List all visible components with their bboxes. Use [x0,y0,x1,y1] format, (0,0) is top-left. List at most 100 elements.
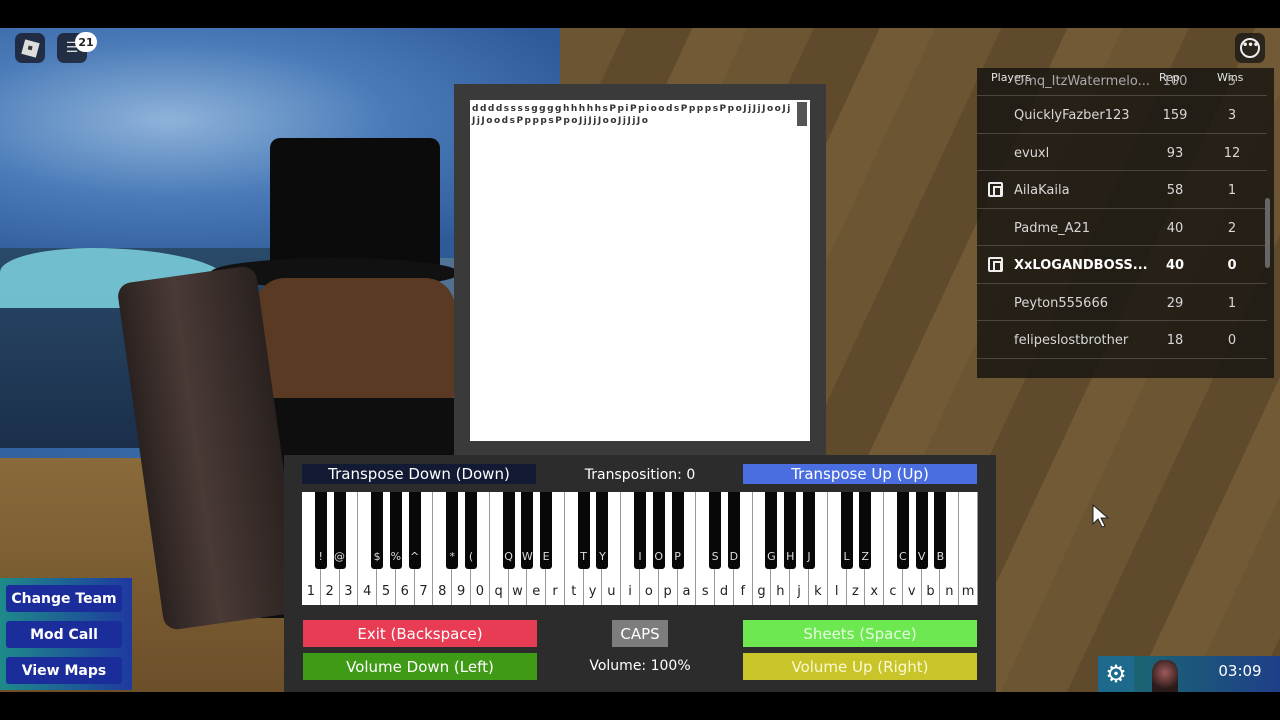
player-list: Players Rep Wins Omq_ItzWatermelo... 100 5… [977,68,1274,378]
white-key-label: x [870,584,879,599]
black-key[interactable]: C [896,492,909,569]
black-key[interactable]: ! [314,492,327,569]
black-key[interactable]: Q [502,492,515,569]
player-list-scrollbar[interactable] [1265,198,1270,268]
transpose-up-button[interactable]: Transpose Up (Up) [743,464,977,484]
roblox-menu-button[interactable] [15,33,45,63]
player-name: AilaKaila [1014,183,1070,198]
black-key-label: E [542,550,550,563]
player-list-rows: Omq_ItzWatermelo... 100 5 QuicklyFazber123 1… [977,74,1267,359]
player-row[interactable]: XxLOGANDBOSS... 40 0 [977,246,1267,284]
white-key-label: f [740,584,746,599]
transpose-down-button[interactable]: Transpose Down (Down) [302,464,536,484]
player-name: QuicklyFazber123 [1014,108,1130,123]
player-rep: 40 [1166,220,1184,236]
player-name: XxLOGANDBOSS... [1014,258,1148,273]
black-key-label: Y [599,550,606,563]
player-row[interactable]: evuxl 93 12 [977,134,1267,171]
black-key-label: V [917,550,926,563]
black-key-label: Q [504,550,513,563]
white-key-label: b [926,584,935,599]
player-rep: 18 [1166,333,1184,348]
black-key[interactable]: P [671,492,684,569]
change-team-button[interactable]: Change Team [6,585,122,612]
player-row[interactable]: felipeslostbrother 18 0 [977,321,1267,359]
black-key[interactable]: I [634,492,646,569]
premium-badge-icon [988,257,1003,272]
player-rep: 159 [1162,108,1188,123]
black-key-label: * [449,550,455,563]
black-key[interactable]: L [840,492,853,569]
caps-button[interactable]: CAPS [612,620,668,647]
premium-badge-icon [988,182,1003,197]
volume-down-button[interactable]: Volume Down (Left) [303,653,537,680]
black-key[interactable]: Z [859,492,872,569]
black-key[interactable]: B [934,492,947,569]
view-maps-button[interactable]: View Maps [6,657,122,684]
black-key-label: % [390,550,402,563]
black-key[interactable]: T [577,492,590,569]
gear-icon: ⚙ [1105,660,1127,688]
black-key-label: S [711,550,719,563]
black-key-label: ( [468,550,474,563]
player-row[interactable]: Omq_ItzWatermelo... 100 5 [977,68,1267,96]
volume-up-button[interactable]: Volume Up (Right) [743,653,977,680]
white-key-label: o [644,584,653,599]
black-key[interactable]: Y [596,492,609,569]
player-wins: 2 [1227,220,1237,236]
black-key[interactable]: W [521,492,534,569]
white-key-label: c [889,584,897,599]
piano-keyboard[interactable]: 1 2 3 4 5 6 7 8 9 0 q w e r t y u i o p a s d f g h j k l z x c v b n m! @ $%… [302,492,978,605]
black-key[interactable]: E [540,492,553,569]
black-key-label: ^ [410,550,420,563]
white-key-label: g [757,584,766,599]
exit-button[interactable]: Exit (Backspace) [303,620,537,647]
black-key[interactable]: $ [371,492,384,569]
black-key[interactable]: ( [465,492,477,569]
black-key[interactable]: G [765,492,778,569]
black-key-label: C [899,550,907,563]
player-rep: 29 [1166,295,1184,311]
black-key-label: T [580,550,588,563]
black-key[interactable]: O [652,492,665,569]
sheet-music-text[interactable]: ddddssssgggghhhhhsPpiPpioodsPpppsPpoJjJj… [470,100,810,441]
settings-button[interactable]: ⚙ [1098,656,1134,692]
white-key-label: w [512,584,523,599]
black-key-label: D [729,550,739,563]
black-key-label: G [767,550,776,563]
player-rep: 40 [1165,258,1185,273]
mod-call-button[interactable]: Mod Call [6,621,122,648]
black-key-label: ! [318,550,323,563]
more-options-button[interactable]: ••• [1235,33,1265,63]
player-name: Omq_ItzWatermelo... [1014,74,1150,89]
player-row[interactable]: Padme_A21 40 2 [977,209,1267,246]
white-key-label: 8 [438,584,447,599]
black-key[interactable]: ^ [408,492,421,569]
black-key-label: $ [373,550,381,563]
white-key-label: n [945,584,954,599]
white-key-label: v [907,584,916,599]
white-key-label: 9 [456,584,466,599]
black-key-label: @ [334,550,346,563]
black-key[interactable]: V [915,492,928,569]
player-wins: 0 [1227,333,1237,348]
white-key-label: 3 [344,584,353,599]
black-key[interactable]: S [709,492,722,569]
player-row[interactable]: Peyton555666 29 1 [977,284,1267,321]
sheets-button[interactable]: Sheets (Space) [743,620,977,647]
player-wins: 12 [1223,145,1241,161]
sheet-music-scrollbar[interactable] [797,102,807,126]
black-key[interactable]: @ [333,492,346,569]
player-row[interactable]: AilaKaila 58 1 [977,171,1267,209]
black-key[interactable]: * [446,492,459,569]
black-key[interactable]: H [784,492,797,569]
black-key[interactable]: % [389,492,402,569]
black-key[interactable]: D [727,492,740,569]
black-key[interactable]: J [803,492,815,569]
white-key-label: 4 [363,584,372,599]
black-key-label: O [654,550,664,563]
player-row[interactable]: QuicklyFazber123 159 3 [977,96,1267,134]
white-key-label: t [571,584,577,599]
white-key[interactable]: m [959,492,978,605]
white-key-label: d [719,584,729,599]
